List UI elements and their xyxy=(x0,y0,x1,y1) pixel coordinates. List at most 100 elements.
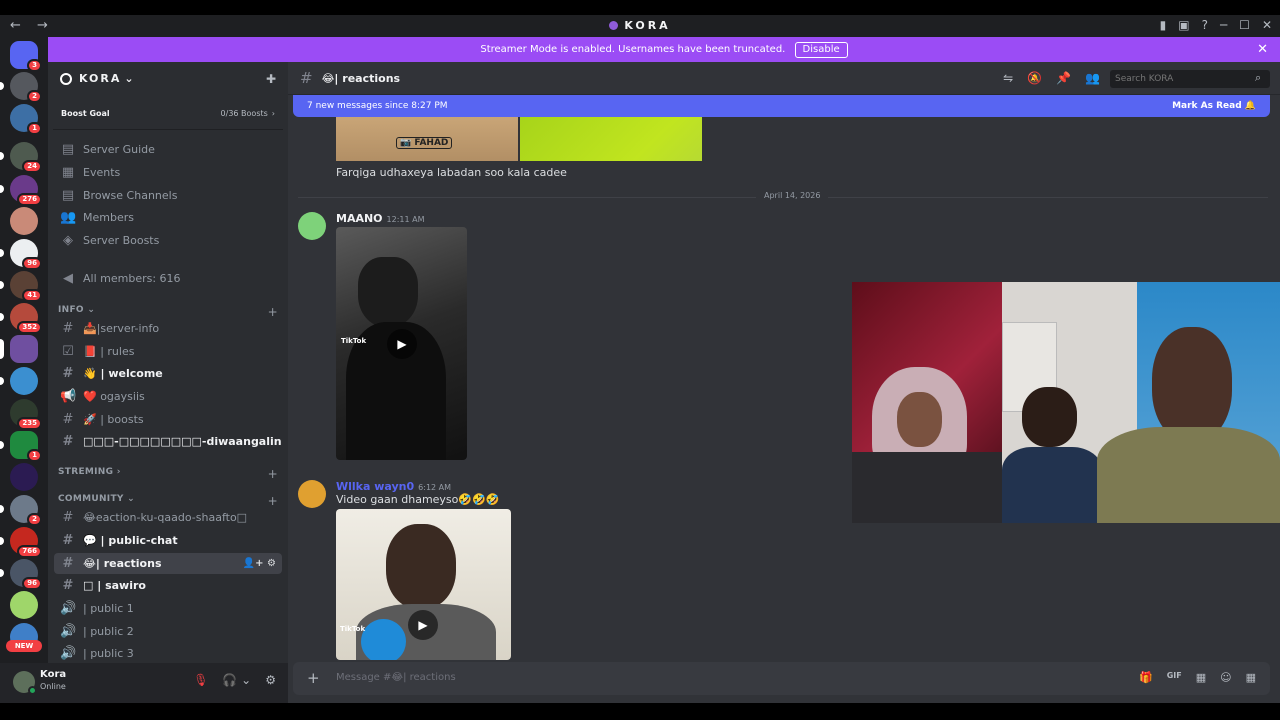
category-info[interactable]: INFO ⌄ + xyxy=(58,305,278,319)
channel-public-chat[interactable]: # 💬 | public-chat xyxy=(54,530,282,551)
menu-events[interactable]: ▦ Events xyxy=(54,162,282,183)
channel-settings-icon[interactable]: 👤+ ⚙ xyxy=(243,558,276,569)
server-icon[interactable]: 96 xyxy=(0,239,42,270)
person-body xyxy=(1097,427,1280,523)
channel-title: 😂| reactions xyxy=(321,71,401,85)
image-attachment[interactable] xyxy=(520,117,702,161)
help-icon[interactable]: ? xyxy=(1202,18,1208,32)
image-attachment[interactable]: 📷 FAHAD xyxy=(336,117,518,161)
apps-icon[interactable]: ▦ xyxy=(1246,671,1256,684)
voice-public-1[interactable]: 🔊 | public 1 xyxy=(54,598,282,619)
server-icon[interactable]: 41 xyxy=(0,271,42,302)
invite-people-icon[interactable]: ✚ xyxy=(266,72,276,86)
guild-header[interactable]: KORA ⌄ ✚ xyxy=(48,62,288,95)
channel-server-info[interactable]: # 📥|server-info xyxy=(54,318,282,339)
server-icon[interactable]: 2 xyxy=(0,72,42,103)
server-icon[interactable]: 1 xyxy=(0,431,42,462)
server-icon[interactable]: 1 xyxy=(10,104,42,135)
voice-public-3[interactable]: 🔊 | public 3 xyxy=(54,643,282,663)
server-icon[interactable]: 276 xyxy=(0,175,42,206)
boost-goal[interactable]: Boost Goal 0/36 Boosts › xyxy=(53,97,283,130)
channel-diwaangalin[interactable]: # □□□-□□□□□□□□-diwaangalin xyxy=(54,431,282,452)
category-label: COMMUNITY ⌄ xyxy=(58,494,135,504)
search-input[interactable] xyxy=(1110,70,1270,88)
message-input[interactable]: Message #😂| reactions xyxy=(336,672,456,683)
category-community[interactable]: COMMUNITY ⌄ + xyxy=(58,494,278,508)
message-author[interactable]: Wllka wayn0 6:12 AM xyxy=(336,480,451,493)
channel-reactions[interactable]: # 😂| reactions 👤+ ⚙ xyxy=(54,553,282,574)
gear-icon[interactable]: ⚙ xyxy=(265,673,276,687)
avatar[interactable] xyxy=(298,480,326,508)
menu-label: Browse Channels xyxy=(83,189,178,202)
add-channel-icon[interactable]: + xyxy=(268,467,278,481)
unread-badge: 1 xyxy=(27,449,42,462)
server-icon-active[interactable] xyxy=(0,335,38,363)
new-badge: NEW xyxy=(6,640,42,652)
headphones-icon[interactable]: 🎧 ⌄ xyxy=(222,673,251,687)
emoji-icon[interactable]: ☺ xyxy=(1220,671,1231,684)
avatar[interactable] xyxy=(298,212,326,240)
gif-icon[interactable]: GIF xyxy=(1167,671,1182,684)
channel-label: ❤️ ogaysiis xyxy=(83,390,145,403)
server-icon[interactable]: 235 xyxy=(10,399,42,430)
member-list-icon[interactable]: 👥 xyxy=(1085,71,1100,85)
message-author[interactable]: MAANO 12:11 AM xyxy=(336,212,425,225)
add-channel-icon[interactable]: + xyxy=(268,494,278,508)
message-composer[interactable]: + Message #😂| reactions 🎁 GIF ▦ ☺ ▦ xyxy=(293,662,1270,695)
server-icon[interactable]: 24 xyxy=(0,142,42,173)
server-icon[interactable]: 766 xyxy=(0,527,42,558)
server-icon[interactable] xyxy=(10,591,38,619)
sticker-icon[interactable]: ▦ xyxy=(1196,671,1206,684)
window-title: KORA xyxy=(0,19,1280,32)
channel-ogaysiis[interactable]: 📢 ❤️ ogaysiis xyxy=(54,386,282,407)
notifications-off-icon[interactable]: 🔕 xyxy=(1027,71,1042,85)
pin-icon[interactable]: 📌 xyxy=(1056,71,1071,85)
new-messages-bar[interactable]: 7 new messages since 8:27 PM Mark As Rea… xyxy=(293,95,1270,117)
server-icon[interactable] xyxy=(0,367,38,395)
person-face xyxy=(897,392,942,447)
disable-streamer-button[interactable]: Disable xyxy=(794,42,848,58)
menu-server-boosts[interactable]: ◈ Server Boosts xyxy=(54,230,282,251)
unread-badge: 352 xyxy=(17,321,42,334)
channel-sawiro[interactable]: # □ | sawiro xyxy=(54,575,282,596)
voice-public-2[interactable]: 🔊 | public 2 xyxy=(54,621,282,642)
channel-reaction-ku-qaado[interactable]: # 😂eaction-ku-qaado-shaafto□ xyxy=(54,507,282,528)
play-icon[interactable]: ▶ xyxy=(387,329,417,359)
menu-browse-channels[interactable]: ▤ Browse Channels xyxy=(54,185,282,206)
play-icon[interactable]: ▶ xyxy=(408,610,438,640)
channel-label: | public 3 xyxy=(83,647,134,660)
menu-all-members[interactable]: ◀ All members: 616 xyxy=(54,268,282,289)
video-attachment[interactable]: TikTok ▶ xyxy=(336,509,511,660)
threads-icon[interactable]: ⇋ xyxy=(1003,71,1013,85)
server-icon[interactable] xyxy=(10,207,38,235)
home-discord-icon[interactable]: 3 xyxy=(10,41,42,72)
message-text: Video gaan dhameyso🤣🤣🤣 xyxy=(336,493,500,506)
video-subject xyxy=(386,524,456,609)
inbox-icon[interactable]: ▣ xyxy=(1178,18,1189,32)
server-icon[interactable]: 2 xyxy=(0,495,42,526)
video-attachment[interactable]: TikTok ▶ xyxy=(336,227,467,460)
menu-members[interactable]: 👥 Members xyxy=(54,207,282,228)
server-icon[interactable]: 96 xyxy=(0,559,42,590)
window-titlebar: ← → KORA ▮ ▣ ? ─ ☐ ✕ xyxy=(0,15,1280,37)
boost-icon: ◈ xyxy=(63,233,73,248)
menu-server-guide[interactable]: ▤ Server Guide xyxy=(54,139,282,160)
mute-mic-icon[interactable]: 🎙 xyxy=(193,673,208,687)
gift-icon[interactable]: 🎁 xyxy=(1139,671,1153,684)
minimize-icon[interactable]: ─ xyxy=(1220,18,1227,32)
category-streming[interactable]: STREMING › + xyxy=(58,467,278,481)
add-channel-icon[interactable]: + xyxy=(268,305,278,319)
server-icon[interactable]: 352 xyxy=(0,303,42,334)
bookmark-icon[interactable]: ▮ xyxy=(1160,18,1167,32)
unread-badge: 766 xyxy=(17,545,42,558)
mark-as-read-button[interactable]: Mark As Read 🔔 xyxy=(1172,101,1256,111)
channel-welcome[interactable]: # 👋 | welcome xyxy=(54,363,282,384)
channel-rules[interactable]: ☑ 📕 | rules xyxy=(54,341,282,362)
maximize-icon[interactable]: ☐ xyxy=(1239,18,1250,32)
add-attachment-icon[interactable]: + xyxy=(307,669,320,687)
close-banner-icon[interactable]: ✕ xyxy=(1257,37,1268,62)
channel-boosts[interactable]: # 🚀 | boosts xyxy=(54,409,282,430)
close-icon[interactable]: ✕ xyxy=(1262,18,1272,32)
boost-goal-count: 0/36 Boosts xyxy=(220,108,268,118)
server-icon[interactable] xyxy=(10,463,38,491)
